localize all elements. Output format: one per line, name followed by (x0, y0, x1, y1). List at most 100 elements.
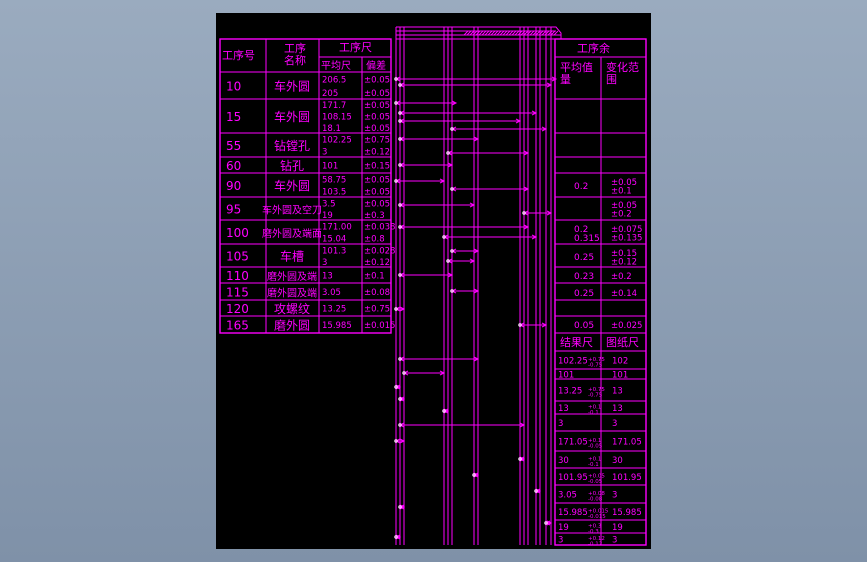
step-name: 车外圆 (274, 79, 310, 94)
remainder-avg: 0.2 0.315 (574, 225, 600, 244)
process-size: 19 (322, 211, 333, 221)
drawing-size: 171.05 (612, 438, 642, 448)
size-deviation: ±0.15 (364, 162, 390, 172)
size-deviation: ±0.05 (364, 113, 390, 123)
result-size: 15.985 (558, 508, 588, 518)
process-size: 171.00 (322, 223, 352, 233)
size-deviation: ±0.05 (364, 176, 390, 186)
header-remainder-group: 工序余 (577, 41, 610, 55)
step-no: 115 (226, 286, 249, 300)
result-tolerance: +0.75 -0.75 (588, 387, 605, 399)
process-size: 103.5 (322, 188, 346, 198)
process-size: 15.985 (322, 321, 352, 331)
step-no: 90 (226, 179, 241, 193)
step-name: 磨外圆及端面 (262, 227, 322, 240)
size-deviation: ±0.3 (364, 211, 385, 221)
result-tolerance: +0.1 -0.1 (588, 457, 601, 469)
process-size: 13 (322, 272, 333, 282)
result-size: 3 (558, 419, 563, 429)
result-size: 30 (558, 456, 569, 466)
result-size: 102.25 (558, 357, 588, 367)
header-step-no: 工序号 (222, 48, 255, 62)
process-size: 101 (322, 162, 338, 172)
result-size: 3 (558, 536, 563, 546)
result-tolerance: +0.1 -0.05 (588, 438, 603, 450)
process-size: 171.7 (322, 101, 346, 111)
result-size: 19 (558, 523, 569, 533)
step-no: 165 (226, 319, 249, 333)
step-name: 车槽 (280, 249, 304, 264)
step-name: 攻螺纹 (274, 302, 310, 316)
size-deviation: ±0.038 (364, 223, 395, 233)
extension-lines (395, 27, 552, 545)
process-size: 3.5 (322, 199, 336, 209)
drawing-size: 13 (612, 404, 623, 414)
result-size: 101 (558, 371, 574, 381)
result-tolerance: +0.12 -0.12 (588, 536, 605, 548)
header-remainder-avg: 平均值量 (560, 61, 593, 86)
remainder-variation: ±0.15 ±0.12 (611, 249, 637, 267)
drawing-size: 15.985 (612, 508, 642, 518)
header-result: 结果尺 (560, 336, 593, 349)
process-size: 102.25 (322, 136, 352, 146)
process-size: 206.5 (322, 75, 346, 85)
drawing-size: 30 (612, 456, 623, 466)
remainder-variation: ±0.2 (611, 272, 632, 282)
remainder-variation: ±0.14 (611, 289, 637, 299)
step-no: 95 (226, 203, 241, 217)
process-size: 108.15 (322, 113, 352, 123)
step-no: 105 (226, 250, 249, 264)
result-tolerance: +0.75 -0.75 (588, 357, 605, 369)
header-avg: 平均尺 (321, 60, 351, 72)
result-size: 13 (558, 404, 569, 414)
step-name: 车外圆 (274, 178, 310, 193)
result-tolerance: +0.08 -0.08 (588, 491, 605, 503)
process-size: 205 (322, 89, 338, 99)
result-tolerance: +0.05 -0.05 (588, 474, 605, 486)
step-no: 15 (226, 110, 241, 124)
size-deviation: ±0.05 (364, 199, 390, 209)
size-deviation: ±0.015 (364, 321, 395, 331)
drawing-size: 102 (612, 357, 628, 367)
process-size: 18.1 (322, 124, 341, 134)
size-deviation: ±0.028 (364, 246, 395, 256)
step-name: 磨外圆及端 (267, 270, 317, 283)
size-deviation: ±0.05 (364, 89, 390, 99)
remainder-avg: 0.25 (574, 253, 594, 263)
remainder-avg: 0.25 (574, 289, 594, 299)
result-tolerance: +0.015 -0.015 (588, 509, 609, 521)
remainder-avg: 0.2 (574, 182, 588, 192)
result-size: 3.05 (558, 491, 577, 501)
result-size: 13.25 (558, 387, 582, 397)
remainder-variation: ±0.075 ±0.135 (611, 225, 642, 244)
process-size: 58.75 (322, 176, 346, 186)
remainder-variation: ±0.05 ±0.1 (611, 178, 637, 197)
drawing-size: 101.95 (612, 473, 642, 483)
size-deviation: ±0.05 (364, 124, 390, 134)
size-deviation: ±0.12 (364, 258, 390, 268)
size-deviation: ±0.75 (364, 305, 390, 315)
remainder-avg: 0.23 (574, 272, 594, 282)
process-size: 3 (322, 258, 327, 268)
drawing-size: 3 (612, 536, 617, 546)
drawing-size: 3 (612, 419, 617, 429)
size-deviation: ±0.05 (364, 101, 390, 111)
size-deviation: ±0.8 (364, 235, 385, 245)
drawing-size: 3 (612, 491, 617, 501)
step-no: 120 (226, 302, 249, 316)
step-no: 100 (226, 226, 249, 240)
size-deviation: ±0.05 (364, 75, 390, 85)
header-dev: 偏差 (366, 59, 386, 72)
size-deviation: ±0.75 (364, 136, 390, 146)
process-size: 13.25 (322, 305, 346, 315)
size-deviation: ±0.1 (364, 272, 385, 282)
left-table-rows: 10 车外圆 206.5205±0.05±0.0515 车外圆171.7108.151… (226, 75, 395, 332)
drawing-size: 13 (612, 387, 623, 397)
drawing-size: 19 (612, 523, 623, 533)
header-size-group: 工序尺 (339, 40, 372, 54)
drawing-sheet: 工序号 工序名称 工序尺 平均尺 偏差 10 车外圆 206.5 205 ±0.05 ±0… (216, 13, 651, 549)
process-dimension-chart: 工序号 工序名称 工序尺 平均尺 偏差 10 车外圆 206.5205±0.05±0… (219, 26, 647, 548)
drawing-size: 101 (612, 371, 628, 381)
step-no: 55 (226, 139, 241, 153)
step-no: 10 (226, 80, 241, 94)
